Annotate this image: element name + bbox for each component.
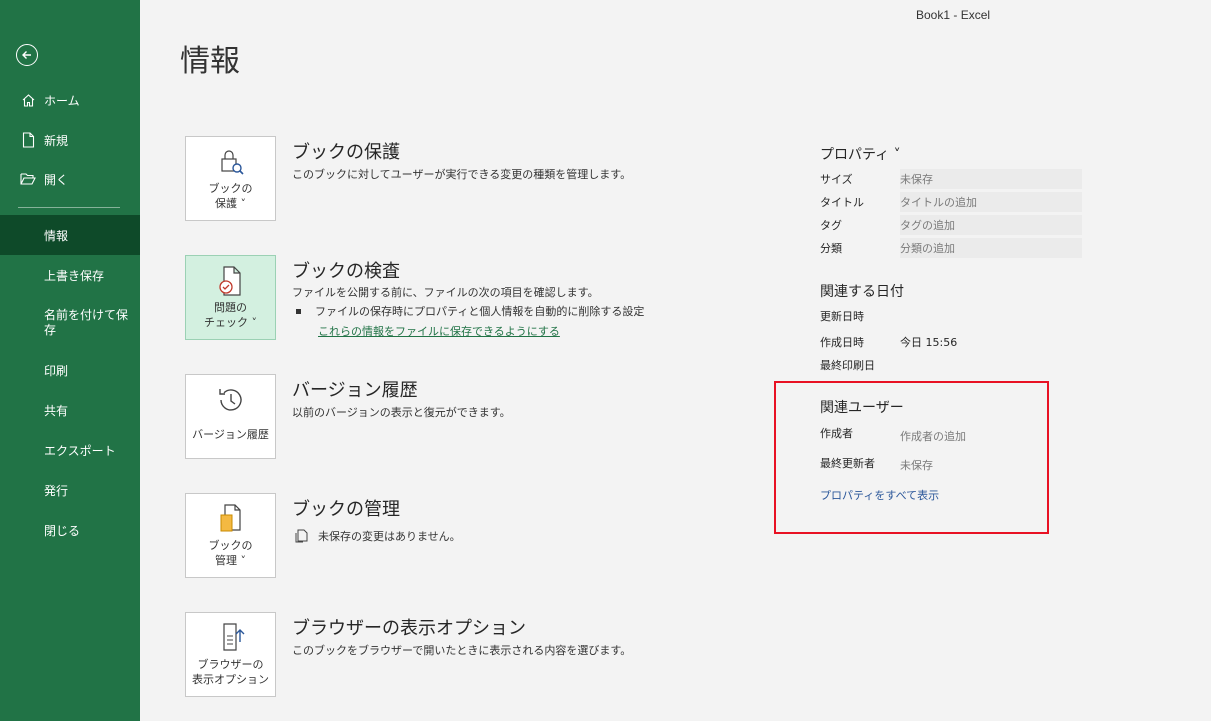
property-key: 分類	[820, 242, 842, 255]
date-printed-row: 最終印刷日	[820, 357, 900, 373]
property-category-row: 分類 分類の追加	[820, 237, 1082, 259]
nav-home[interactable]: ホーム	[0, 90, 140, 110]
property-tags-row: タグ タグの追加	[820, 214, 1082, 236]
new-document-icon	[20, 132, 36, 148]
property-value: 未保存	[900, 169, 1082, 189]
arrow-left-icon	[22, 51, 31, 59]
property-key: タグ	[820, 219, 842, 232]
versions-description: 以前のバージョンの表示と復元ができます。	[292, 406, 511, 419]
tile-label: 問題の チェック ˅	[204, 301, 257, 329]
nav-label: 上書き保存	[44, 268, 105, 283]
folder-open-icon	[20, 171, 36, 187]
document-copies-icon	[295, 529, 308, 543]
protect-description: このブックに対してユーザーが実行できる変更の種類を管理します。	[292, 168, 632, 181]
date-key: 最終印刷日	[820, 359, 875, 372]
version-history-button[interactable]: バージョン履歴	[185, 374, 276, 459]
tags-field[interactable]: タグの追加	[900, 215, 1082, 235]
tile-label: ブラウザーの 表示オプション	[192, 658, 269, 686]
manage-status: 未保存の変更はありません。	[294, 528, 461, 544]
home-icon	[20, 92, 36, 108]
page-title: 情報	[180, 44, 240, 79]
nav-label: 閉じる	[44, 523, 81, 538]
manage-heading: ブックの管理	[292, 499, 400, 520]
add-author-field[interactable]: 作成者の追加	[900, 428, 966, 444]
window-title: Book1 - Excel	[916, 8, 991, 22]
versions-heading: バージョン履歴	[292, 380, 418, 401]
user-key: 作成者	[820, 427, 853, 440]
date-modified-row: 更新日時	[820, 308, 900, 324]
back-button[interactable]	[16, 44, 38, 66]
user-value: 未保存	[900, 459, 933, 472]
property-title-row: タイトル タイトルの追加	[820, 191, 1082, 213]
manage-document-icon	[214, 502, 248, 536]
date-key: 作成日時	[820, 336, 864, 349]
nav-export[interactable]: エクスポート	[0, 440, 140, 460]
nav-label: ホーム	[44, 93, 80, 108]
nav-label: 新規	[44, 133, 69, 148]
nav-label: エクスポート	[44, 443, 116, 458]
property-key: サイズ	[820, 173, 853, 186]
nav-share[interactable]: 共有	[0, 400, 140, 420]
nav-label: 名前を付けて保 存	[44, 308, 129, 337]
browser-document-icon	[214, 621, 248, 655]
author-row: 作成者 作成者の追加	[820, 425, 966, 444]
protect-workbook-button[interactable]: ブックの 保護 ˅	[185, 136, 276, 221]
check-issues-button[interactable]: 問題の チェック ˅	[185, 255, 276, 340]
browser-description: このブックをブラウザーで開いたときに表示される内容を選びます。	[292, 644, 632, 657]
nav-open[interactable]: 開く	[0, 169, 140, 189]
browser-heading: ブラウザーの表示オプション	[292, 618, 526, 639]
allow-save-info-link[interactable]: これらの情報をファイルに保存できるようにする	[318, 323, 560, 339]
inspect-description: ファイルを公開する前に、ファイルの次の項目を確認します。	[292, 286, 599, 299]
user-key: 最終更新者	[820, 457, 875, 470]
manage-workbook-button[interactable]: ブックの 管理 ˅	[185, 493, 276, 578]
document-check-icon	[214, 264, 248, 298]
nav-label: 発行	[44, 483, 69, 498]
date-created-row: 作成日時 今日 15:56	[820, 334, 957, 350]
related-people-heading: 関連ユーザー	[820, 400, 904, 416]
nav-save-as[interactable]: 名前を付けて保 存	[0, 306, 140, 340]
nav-label: 印刷	[44, 363, 69, 378]
backstage-sidebar: ホーム 新規 開く 情報 上書き保存 名前を付けて保 存 印刷 共有 エクスポー…	[0, 0, 140, 721]
nav-close[interactable]: 閉じる	[0, 520, 140, 540]
nav-save[interactable]: 上書き保存	[0, 265, 140, 285]
history-clock-icon	[214, 383, 248, 417]
inspect-bullet: ファイルの保存時にプロパティと個人情報を自動的に削除する設定	[296, 303, 644, 319]
nav-divider	[18, 207, 120, 208]
nav-publish[interactable]: 発行	[0, 480, 140, 500]
browser-view-options-button[interactable]: ブラウザーの 表示オプション	[185, 612, 276, 697]
nav-print[interactable]: 印刷	[0, 360, 140, 380]
protect-heading: ブックの保護	[292, 142, 400, 163]
nav-label: 情報	[44, 228, 69, 243]
nav-label: 開く	[44, 172, 69, 187]
tile-label: ブックの 管理 ˅	[208, 539, 253, 567]
bullet-icon	[296, 308, 301, 314]
nav-label: 共有	[44, 403, 69, 418]
tile-label: ブックの 保護 ˅	[208, 182, 253, 210]
title-field[interactable]: タイトルの追加	[900, 192, 1082, 212]
category-field[interactable]: 分類の追加	[900, 238, 1082, 258]
last-modified-by-row: 最終更新者 未保存	[820, 455, 933, 473]
property-size-row: サイズ 未保存	[820, 168, 1082, 190]
tile-label: バージョン履歴	[192, 428, 269, 441]
lock-search-icon	[214, 145, 248, 179]
related-dates-heading: 関連する日付	[820, 284, 904, 300]
nav-new[interactable]: 新規	[0, 130, 140, 150]
show-all-properties-link[interactable]: プロパティをすべて表示	[820, 487, 939, 503]
properties-dropdown[interactable]: プロパティ ˅	[820, 144, 901, 164]
property-key: タイトル	[820, 196, 864, 209]
nav-info[interactable]: 情報	[0, 215, 140, 255]
date-value: 今日 15:56	[900, 336, 958, 349]
date-key: 更新日時	[820, 310, 864, 323]
inspect-heading: ブックの検査	[292, 261, 400, 282]
